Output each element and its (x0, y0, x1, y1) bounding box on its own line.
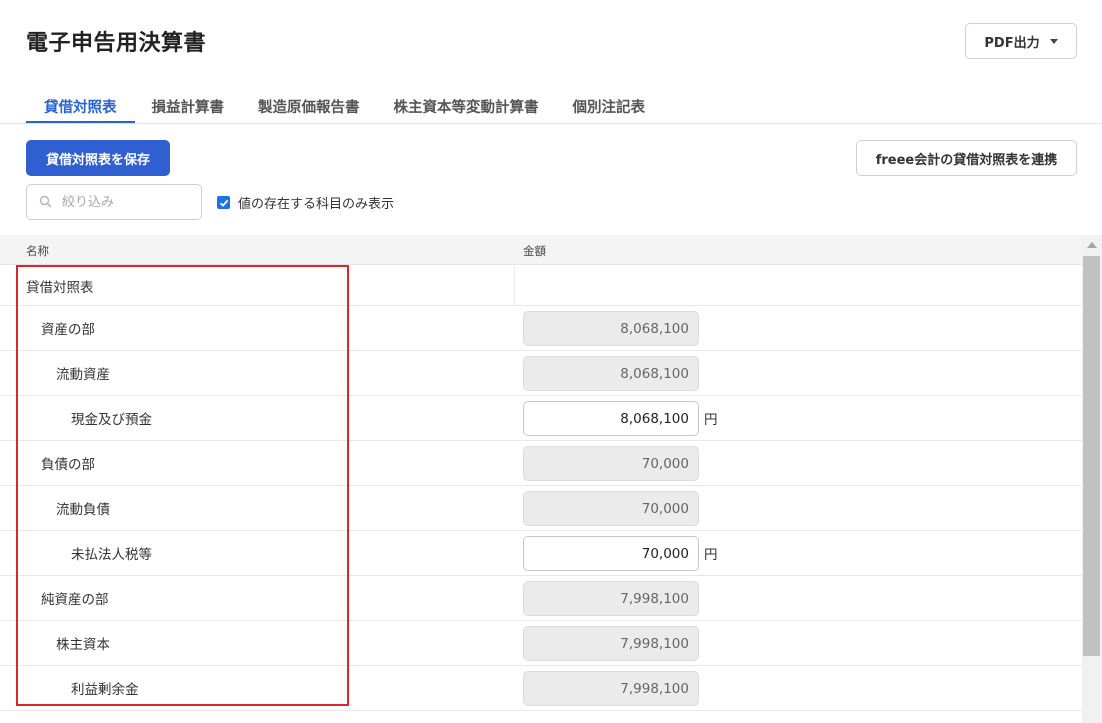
filter-field[interactable] (26, 184, 202, 220)
tab-notes[interactable]: 個別注記表 (556, 90, 663, 124)
column-header-amount: 金額 (523, 244, 546, 258)
table-row: 利益剰余金 7,998,100 (0, 666, 1082, 711)
vertical-scrollbar[interactable] (1082, 235, 1102, 723)
table-row: 純資産の部 7,998,100 (0, 576, 1082, 621)
amount-value: 70,000 (523, 446, 699, 481)
table-row: 現金及び預金 8,068,100 円 (0, 396, 1082, 441)
row-name: 利益剰余金 (71, 682, 139, 698)
amount-unit: 円 (704, 412, 718, 428)
tabs-divider (0, 123, 1102, 124)
amount-value: 7,998,100 (523, 581, 699, 616)
table-header: 名称 金額 (0, 235, 1082, 265)
table-row: 未払法人税等 70,000 円 (0, 531, 1082, 576)
amount-input[interactable]: 8,068,100 (523, 401, 699, 436)
amount-input[interactable]: 70,000 (523, 536, 699, 571)
caret-down-icon (1049, 38, 1058, 44)
table-row: 流動資産 8,068,100 (0, 351, 1082, 396)
report-tabs: 貸借対照表 損益計算書 製造原価報告書 株主資本等変動計算書 個別注記表 (26, 90, 662, 124)
table-row: 流動負債 70,000 (0, 486, 1082, 531)
link-freee-balance-sheet-button[interactable]: freee会計の貸借対照表を連携 (856, 140, 1077, 176)
pdf-output-button[interactable]: PDF出力 (965, 23, 1077, 59)
table-row: 株主資本 7,998,100 (0, 621, 1082, 666)
row-name: 現金及び預金 (71, 412, 152, 428)
row-name: 資産の部 (41, 322, 95, 338)
row-name: 未払法人税等 (71, 547, 152, 563)
tab-equity-changes-statement[interactable]: 株主資本等変動計算書 (377, 90, 556, 124)
amount-value: 7,998,100 (523, 626, 699, 661)
table-row: 負債の部 70,000 (0, 441, 1082, 486)
save-balance-sheet-button[interactable]: 貸借対照表を保存 (26, 140, 170, 176)
column-divider (514, 266, 515, 305)
scrollbar-thumb[interactable] (1083, 256, 1100, 656)
show-nonzero-only-label: 値の存在する科目のみ表示 (238, 197, 395, 212)
filter-input[interactable] (62, 194, 182, 210)
row-name: 純資産の部 (41, 592, 109, 608)
balance-sheet-table: 貸借対照表 資産の部 8,068,100 流動資産 8,068,100 現金及び… (0, 266, 1082, 723)
amount-value: 7,998,100 (523, 671, 699, 706)
checkmark-icon (219, 199, 228, 207)
row-name: 貸借対照表 (26, 279, 94, 296)
table-row: 資産の部 8,068,100 (0, 306, 1082, 351)
show-nonzero-only-option: 値の存在する科目のみ表示 (217, 193, 394, 212)
tab-income-statement[interactable]: 損益計算書 (135, 90, 242, 124)
tab-balance-sheet[interactable]: 貸借対照表 (26, 90, 135, 124)
amount-value: 70,000 (523, 491, 699, 526)
row-name: 流動負債 (56, 502, 110, 518)
page-title: 電子申告用決算書 (26, 31, 207, 56)
row-name: 株主資本 (56, 637, 110, 653)
amount-value: 8,068,100 (523, 311, 699, 346)
row-name: 流動資産 (56, 367, 110, 383)
scroll-up-arrow-icon[interactable] (1087, 242, 1097, 248)
table-row: 貸借対照表 (0, 266, 1082, 306)
tab-manufacturing-cost-report[interactable]: 製造原価報告書 (241, 90, 377, 124)
show-nonzero-only-checkbox[interactable] (217, 196, 230, 209)
amount-value: 8,068,100 (523, 356, 699, 391)
row-name: 負債の部 (41, 457, 95, 473)
pdf-output-label: PDF出力 (984, 35, 1040, 51)
column-header-name: 名称 (26, 244, 49, 258)
search-icon (39, 193, 52, 212)
amount-unit: 円 (704, 547, 718, 563)
